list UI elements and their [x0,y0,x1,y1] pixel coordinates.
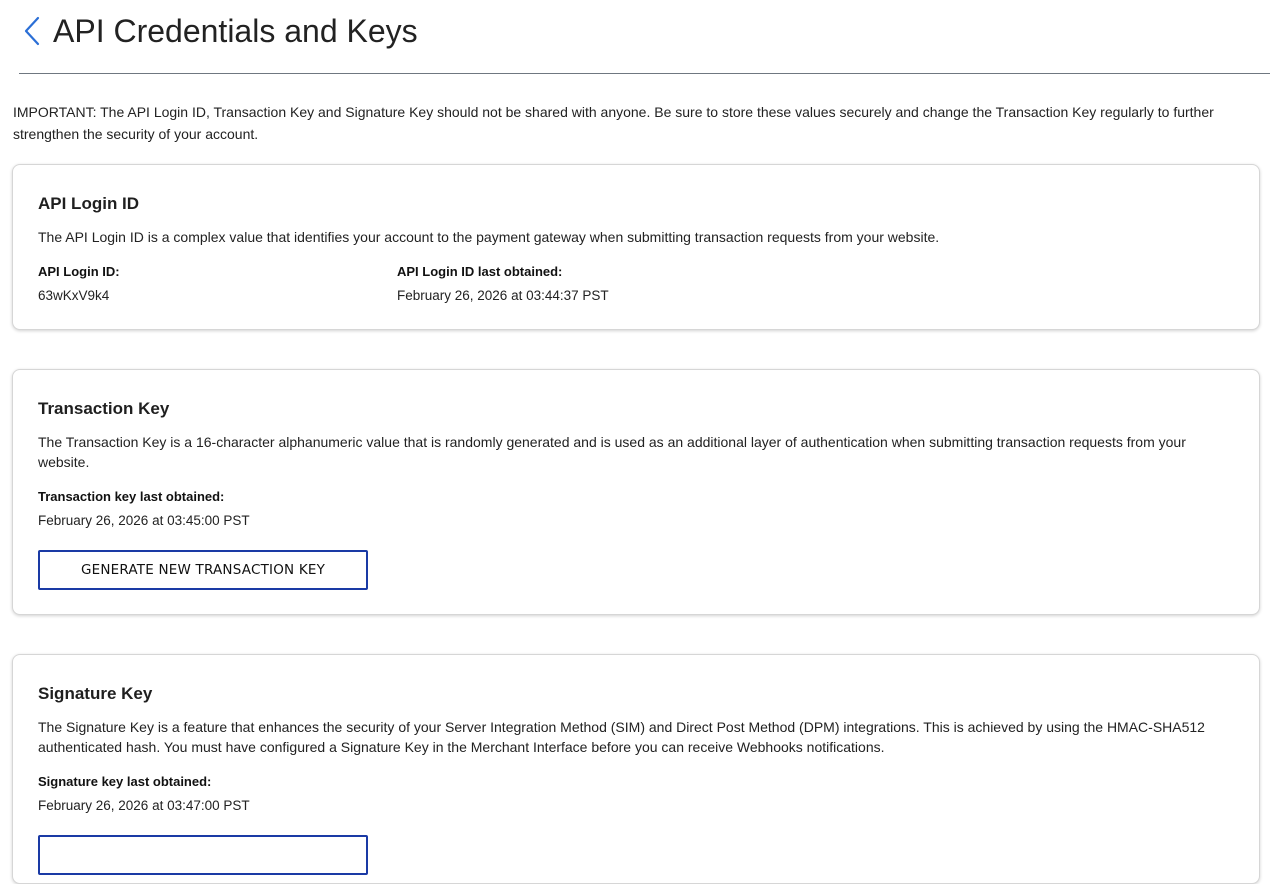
security-notice: IMPORTANT: The API Login ID, Transaction… [13,104,1214,142]
signature-key-obtained-label: Signature key last obtained: [38,774,212,789]
header-divider [19,73,1270,74]
signature-key-obtained-value: February 26, 2026 at 03:47:00 PST [38,798,250,813]
signature-key-description: The Signature Key is a feature that enha… [38,719,1205,755]
api-login-id-obtained-label: API Login ID last obtained: [397,264,563,279]
api-login-id-label: API Login ID: [38,264,120,279]
generate-transaction-key-button[interactable]: GENERATE NEW TRANSACTION KEY [38,550,368,590]
api-login-id-description: The API Login ID is a complex value that… [38,229,940,245]
chevron-left-icon [24,16,40,46]
signature-key-title: Signature Key [38,684,153,703]
transaction-key-description: The Transaction Key is a 16-character al… [38,434,1186,470]
api-login-id-value: 63wKxV9k4 [38,288,110,303]
page-header: API Credentials and Keys [0,0,1270,74]
transaction-key-title: Transaction Key [38,399,170,418]
signature-key-card: Signature Key The Signature Key is a fea… [12,654,1260,884]
transaction-key-obtained-label: Transaction key last obtained: [38,489,225,504]
generate-signature-key-button[interactable] [38,835,368,875]
api-login-id-card: API Login ID The API Login ID is a compl… [12,164,1260,330]
transaction-key-obtained-value: February 26, 2026 at 03:45:00 PST [38,513,250,528]
api-login-id-title: API Login ID [38,194,140,213]
page-title: API Credentials and Keys [53,13,418,49]
api-login-id-obtained-value: February 26, 2026 at 03:44:37 PST [397,288,609,303]
back-button[interactable] [18,14,46,48]
transaction-key-card: Transaction Key The Transaction Key is a… [12,369,1260,615]
